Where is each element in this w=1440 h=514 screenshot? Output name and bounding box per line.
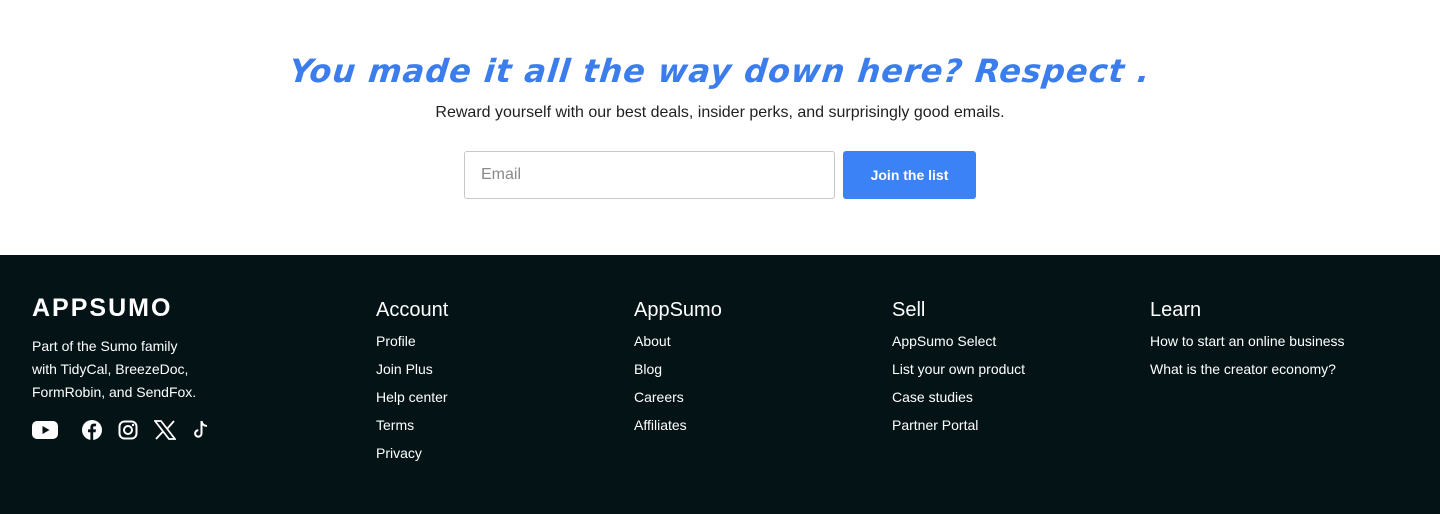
tagline-line: with TidyCal, BreezeDoc, (32, 361, 189, 377)
tagline-line: FormRobin, and SendFox. (32, 384, 197, 400)
footer-column-appsumo: AppSumo About Blog Careers Affiliates (634, 298, 722, 444)
footer-link-careers[interactable]: Careers (634, 389, 684, 405)
footer-link-join-plus[interactable]: Join Plus (376, 361, 433, 377)
footer-link-online-business[interactable]: How to start an online business (1150, 333, 1345, 349)
newsletter-subline: Reward yourself with our best deals, ins… (435, 104, 1005, 121)
footer-link-terms[interactable]: Terms (376, 417, 414, 433)
facebook-icon[interactable] (82, 418, 102, 442)
newsletter-section: You made it all the way down here? Respe… (0, 0, 1440, 255)
footer-column-learn: Learn How to start an online business Wh… (1150, 298, 1345, 388)
email-input[interactable] (464, 151, 835, 199)
newsletter-headline: You made it all the way down here? Respe… (287, 52, 1153, 90)
tiktok-icon[interactable] (192, 418, 210, 442)
x-icon[interactable] (154, 418, 176, 442)
site-footer: APPSUMO Part of the Sumo family with Tid… (0, 255, 1440, 514)
instagram-icon[interactable] (118, 418, 138, 442)
tagline-line: Part of the Sumo family (32, 338, 178, 354)
join-list-button[interactable]: Join the list (843, 151, 976, 199)
footer-tagline: Part of the Sumo family with TidyCal, Br… (32, 335, 252, 404)
footer-link-profile[interactable]: Profile (376, 333, 416, 349)
column-title: Learn (1150, 299, 1202, 321)
youtube-icon[interactable] (32, 418, 58, 442)
footer-column-account: Account Profile Join Plus Help center Te… (376, 298, 448, 472)
footer-link-list-product[interactable]: List your own product (892, 361, 1025, 377)
footer-link-blog[interactable]: Blog (634, 361, 662, 377)
column-title: AppSumo (634, 299, 722, 321)
footer-link-affiliates[interactable]: Affiliates (634, 417, 687, 433)
footer-link-case-studies[interactable]: Case studies (892, 389, 973, 405)
column-title: Sell (892, 299, 926, 321)
footer-link-partner-portal[interactable]: Partner Portal (892, 417, 978, 433)
footer-link-about[interactable]: About (634, 333, 671, 349)
column-title: Account (376, 299, 449, 321)
footer-link-privacy[interactable]: Privacy (376, 445, 422, 461)
footer-link-help-center[interactable]: Help center (376, 389, 448, 405)
social-links (32, 418, 226, 442)
footer-column-sell: Sell AppSumo Select List your own produc… (892, 298, 1025, 444)
footer-link-appsumo-select[interactable]: AppSumo Select (892, 333, 996, 349)
appsumo-logo[interactable]: APPSUMO (32, 294, 172, 323)
footer-link-creator-economy[interactable]: What is the creator economy? (1150, 361, 1336, 377)
